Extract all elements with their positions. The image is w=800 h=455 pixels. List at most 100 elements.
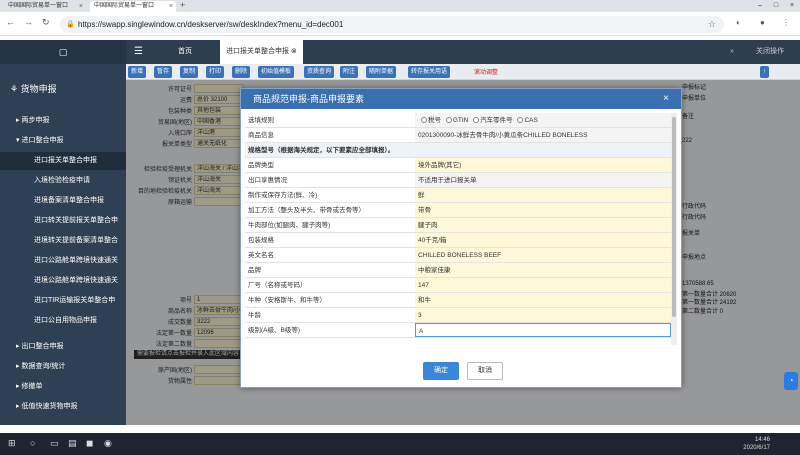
close-window-icon[interactable]: ×	[784, 0, 800, 12]
radio-icon[interactable]	[473, 117, 480, 123]
radio-icon[interactable]	[445, 117, 452, 123]
menu-icon[interactable]: ⋮	[782, 18, 790, 27]
browser-tab[interactable]: 中国国际贸易单一窗口 ×	[4, 1, 86, 12]
close-operations-menu[interactable]: 关闭操作	[756, 40, 784, 64]
field-label: 出口享惠情况	[245, 173, 415, 187]
cart-icon: ⚘	[10, 84, 19, 94]
cattle-breed-input[interactable]: 和牛	[415, 293, 671, 307]
sidebar-item-inspection[interactable]: 入境检验检疫申请	[0, 172, 126, 190]
sidebar-item-import-declaration[interactable]: 进口报关单整合申报	[0, 152, 126, 170]
close-icon[interactable]: ⊗	[291, 48, 297, 55]
lock-icon: 🔒	[66, 21, 75, 28]
radio-label[interactable]: CAS	[524, 117, 537, 124]
field-label: 加工方法（整头及半头、带骨或去骨等）	[245, 203, 415, 217]
form-row: 规格型号（根据海关规定，以下要素应全部填报）。	[245, 143, 671, 158]
english-name-input[interactable]: CHILLED BONELESS BEEF	[415, 248, 671, 262]
nav-next-icon[interactable]: »	[730, 40, 734, 64]
sidebar-item-query[interactable]: ▸ 数据查询/统计	[0, 358, 126, 376]
minimize-icon[interactable]: –	[752, 0, 768, 12]
sidebar-item-transfer-early[interactable]: 进口转关提前报关单整合申	[0, 212, 126, 230]
radio-label[interactable]: 汽车零件号	[480, 117, 513, 124]
field-label: 级别(A级、B级等)	[245, 323, 415, 337]
close-icon[interactable]: ×	[169, 1, 173, 12]
beef-part-input[interactable]: 腱子肉	[415, 218, 671, 232]
sidebar: ▢ ⚘ 货物申报 ▸ 两步申报 ▾ 进口整合申报 进口报关单整合申报 入境检验检…	[0, 40, 126, 425]
explorer-icon[interactable]: ▤	[68, 438, 77, 449]
form-row: 加工方法（整头及半头、带骨或去骨等） 带骨	[245, 203, 671, 218]
sidebar-item-personal-goods[interactable]: 进口公自用物品申报	[0, 312, 126, 330]
save-terms-button[interactable]: 转存报关用语	[408, 66, 451, 78]
scrollbar-thumb[interactable]	[672, 117, 676, 317]
elements-form: 选填规则 税号 GTIN 汽车零件号 CAS 商品信息 0201300090-冰…	[245, 113, 671, 345]
grade-input[interactable]: A	[415, 323, 671, 337]
reload-icon[interactable]: ↻	[42, 17, 50, 28]
goods-info-field: 0201300090-冰鲜去骨牛肉/小黄瓜条CHILLED BONELESS	[415, 128, 671, 142]
maximize-icon[interactable]: □	[768, 0, 784, 12]
preservation-input[interactable]: 鲜	[415, 188, 671, 202]
print-button[interactable]: 打印	[206, 66, 225, 78]
template-button[interactable]: 初始值模板	[258, 66, 295, 78]
close-icon[interactable]: ×	[79, 1, 83, 12]
packaging-input[interactable]: 40千克/箱	[415, 233, 671, 247]
url-text: https://swapp.singlewindow.cn/deskserver…	[78, 20, 344, 29]
field-label: 牛肉部位(如腿肉、腱子肉等)	[245, 218, 415, 232]
forward-icon[interactable]: →	[24, 17, 33, 27]
app-icon[interactable]: ◼	[86, 438, 93, 449]
url-field[interactable]: 🔒 https://swapp.singlewindow.cn/deskserv…	[60, 16, 724, 33]
qualification-button[interactable]: 资质查询	[304, 66, 335, 78]
sidebar-item-two-step[interactable]: ▸ 两步申报	[0, 112, 126, 130]
attached-docs-button[interactable]: 随附单据	[366, 66, 397, 78]
task-view-icon[interactable]: ▭	[50, 438, 59, 449]
processing-input[interactable]: 带骨	[415, 203, 671, 217]
close-icon[interactable]: ×	[663, 89, 669, 109]
tab-home[interactable]: 首页	[172, 40, 198, 64]
tab-label: 中国国际贸易单一窗口	[8, 3, 69, 9]
tab-import-declaration[interactable]: 进口报关单整合申报 ⊗	[220, 40, 303, 64]
toolbar: 新增 暂存 复制 打印 删除 初始值模板 资质查询 附注 随附单据 转存报关用语…	[126, 64, 800, 80]
profile-icon[interactable]: ●	[760, 18, 765, 27]
factory-number-input[interactable]: 147	[415, 278, 671, 292]
brand-type-select[interactable]: 境外品牌(其它)	[415, 158, 671, 172]
note-button[interactable]: 附注	[340, 66, 359, 78]
back-icon[interactable]: ←	[6, 17, 15, 27]
sidebar-item-export-integrated[interactable]: ▸ 出口整合申报	[0, 338, 126, 356]
field-label: 品牌	[245, 263, 415, 277]
windows-start-icon[interactable]: ⊞	[8, 438, 16, 449]
field-label: 选填规则	[245, 113, 415, 127]
sidebar-item-import-integrated[interactable]: ▾ 进口整合申报	[0, 132, 126, 150]
export-benefit-select[interactable]: 不适用于进口报关单	[415, 173, 671, 187]
extension-icon[interactable]: ◐	[736, 18, 741, 27]
radio-icon[interactable]	[421, 117, 427, 123]
sidebar-item-record-list[interactable]: 进境备案清单整合申报	[0, 192, 126, 210]
radio-icon[interactable]	[517, 117, 524, 123]
form-row: 包装规格 40千克/箱	[245, 233, 671, 248]
brand-input[interactable]: 中粮家佳康	[415, 263, 671, 277]
bookmark-star-icon[interactable]: ☆	[708, 16, 716, 33]
wechat-icon[interactable]: ◉	[104, 438, 112, 449]
confirm-button[interactable]: 确定	[423, 362, 459, 380]
sidebar-title: ⚘ 货物申报	[10, 84, 57, 94]
radio-label[interactable]: 税号	[428, 117, 441, 124]
radio-label[interactable]: GTIN	[453, 117, 469, 124]
browser-tab-active[interactable]: 中国国际贸易单一窗口 ×	[90, 1, 176, 12]
sidebar-item-tir[interactable]: 进口TIR运输报关单整合申	[0, 292, 126, 310]
save-draft-button[interactable]: 暂存	[154, 66, 173, 78]
sidebar-item-transfer-record[interactable]: 进境转关提前备案清单整合	[0, 232, 126, 250]
cancel-button[interactable]: 取消	[467, 362, 503, 380]
sidebar-item-low-value[interactable]: ▸ 低值快速货物申报	[0, 398, 126, 416]
new-tab-icon[interactable]: +	[180, 0, 190, 11]
sidebar-item-road-manifest-entry[interactable]: 进境公路舱单跨境快速通关	[0, 272, 126, 290]
delete-button[interactable]: 删除	[232, 66, 251, 78]
modal-header: 商品规范申报-商品申报要素 ×	[241, 89, 681, 109]
copy-button[interactable]: 复制	[180, 66, 199, 78]
sidebar-item-revoke[interactable]: ▸ 修撤单	[0, 378, 126, 396]
declare-button[interactable]: ↑	[760, 66, 769, 78]
cattle-age-input[interactable]: 3	[415, 308, 671, 322]
search-icon[interactable]: ○	[30, 438, 35, 448]
sidebar-item-road-manifest[interactable]: 进口公路舱单跨境快速通关	[0, 252, 126, 270]
hamburger-icon[interactable]: ☰	[134, 46, 143, 57]
form-scrollbar[interactable]	[671, 113, 677, 345]
help-widget-icon[interactable]: ◔	[784, 372, 798, 390]
new-button[interactable]: 新增	[128, 66, 147, 78]
address-bar-row: ← → ↻ 🔒 https://swapp.singlewindow.cn/de…	[0, 12, 800, 36]
